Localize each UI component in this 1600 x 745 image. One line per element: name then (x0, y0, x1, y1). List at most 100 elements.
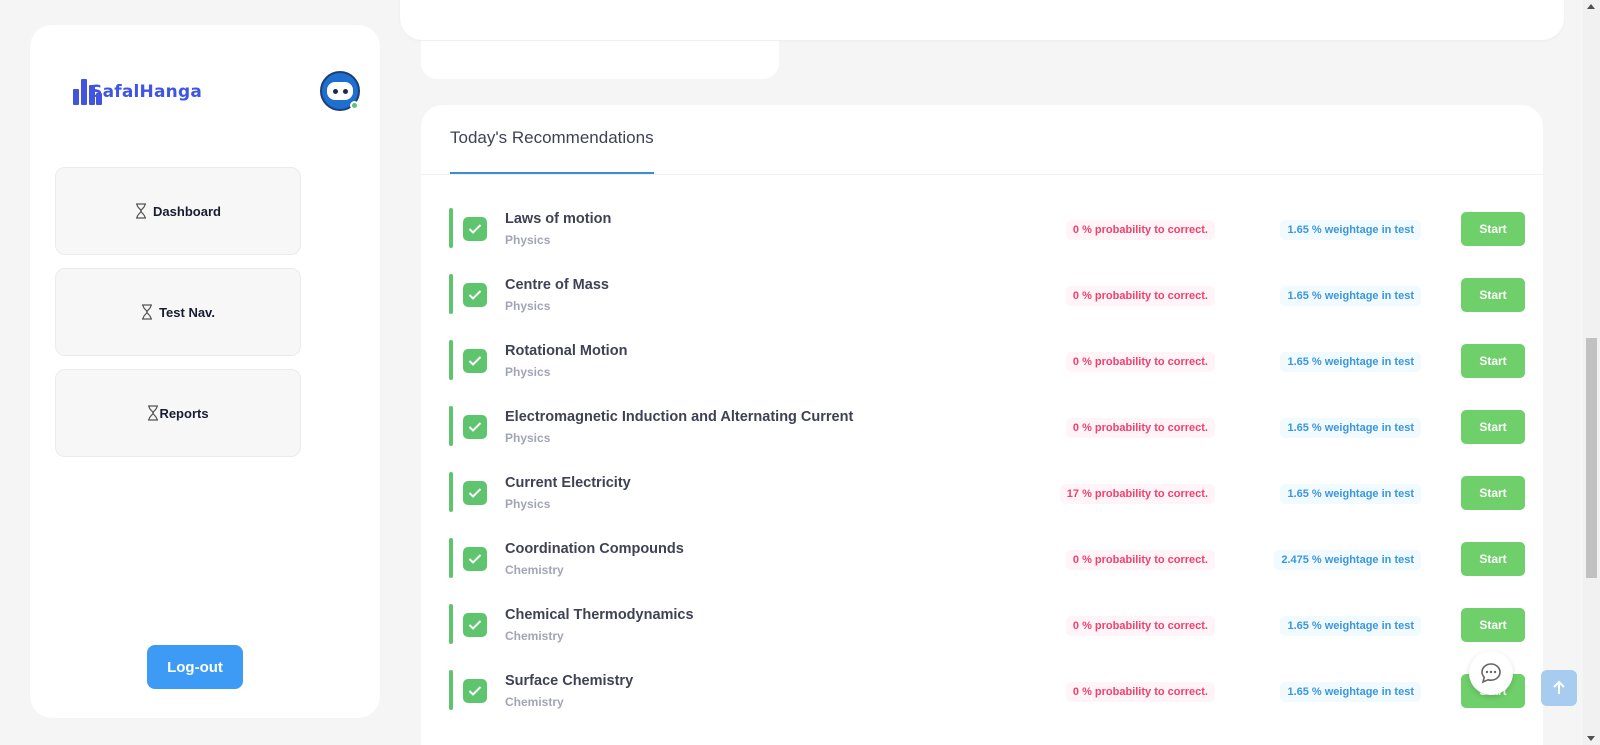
row-checkbox[interactable] (463, 415, 487, 439)
probability-badge: 0 % probability to correct. (1065, 286, 1215, 306)
recommendations-header: Today's Recommendations (421, 105, 1543, 175)
recommendation-row: Electromagnetic Induction and Alternatin… (449, 403, 1529, 447)
checkmark-icon (468, 488, 482, 498)
weightage-badge: 1.65 % weightage in test (1280, 418, 1421, 438)
start-button[interactable]: Start (1461, 344, 1525, 378)
subject-name: Chemistry (505, 629, 564, 643)
start-button[interactable]: Start (1461, 476, 1525, 510)
subject-name: Physics (505, 497, 551, 511)
chat-button[interactable] (1469, 651, 1513, 695)
topic-name: Centre of Mass (505, 277, 609, 293)
checkmark-icon (468, 224, 482, 234)
recommendation-row: Coordination Compounds Chemistry 0 % proba… (449, 535, 1529, 579)
recommendation-row: Chemical Thermodynamics Chemistry 0 % prob… (449, 601, 1529, 645)
sidebar-item-label: Reports (159, 405, 209, 421)
hourglass-icon (142, 304, 153, 320)
weightage-badge: 1.65 % weightage in test (1280, 220, 1421, 240)
probability-badge: 0 % probability to correct. (1065, 418, 1215, 438)
recommendation-row: Current Electricity Physics 17 % probabili… (449, 469, 1529, 513)
topic-name: Coordination Compounds (505, 541, 684, 557)
probability-badge: 0 % probability to correct. (1065, 682, 1215, 702)
logout-button[interactable]: Log-out (147, 645, 243, 689)
checkmark-icon (468, 356, 482, 366)
row-checkbox[interactable] (463, 481, 487, 505)
start-button[interactable]: Start (1461, 410, 1525, 444)
start-button[interactable]: Start (1461, 278, 1525, 312)
recommendation-row: Centre of Mass Physics 0 % probability to … (449, 271, 1529, 315)
sidebar: SafalHanga Dashboard Test Nav. Reports L… (30, 25, 380, 718)
row-accent-bar (449, 604, 453, 644)
hourglass-icon (136, 203, 147, 219)
scrollbar-thumb[interactable] (1586, 338, 1597, 578)
sidebar-item-reports[interactable]: Reports (55, 369, 301, 457)
topic-name: Electromagnetic Induction and Alternatin… (505, 409, 854, 425)
row-accent-bar (449, 406, 453, 446)
row-accent-bar (449, 670, 453, 710)
online-status-dot (350, 101, 359, 110)
row-accent-bar (449, 538, 453, 578)
topic-name: Surface Chemistry (505, 673, 634, 689)
probability-badge: 0 % probability to correct. (1065, 220, 1215, 240)
row-checkbox[interactable] (463, 613, 487, 637)
probability-badge: 0 % probability to correct. (1065, 616, 1215, 636)
subject-name: Chemistry (505, 563, 564, 577)
sidebar-item-test-nav[interactable]: Test Nav. (55, 268, 301, 356)
row-checkbox[interactable] (463, 547, 487, 571)
top-card (400, 0, 1564, 40)
page-scrollbar[interactable] (1583, 0, 1600, 745)
topic-name: Rotational Motion (505, 343, 628, 359)
checkmark-icon (468, 554, 482, 564)
row-accent-bar (449, 472, 453, 512)
checkmark-icon (468, 290, 482, 300)
weightage-badge: 1.65 % weightage in test (1280, 682, 1421, 702)
subject-name: Physics (505, 431, 551, 445)
row-checkbox[interactable] (463, 283, 487, 307)
brand-logo[interactable]: SafalHanga (72, 74, 202, 110)
topic-name: Laws of motion (505, 211, 612, 227)
chat-bubble-icon (1481, 663, 1501, 684)
probability-badge: 17 % probability to correct. (1059, 484, 1215, 504)
row-checkbox[interactable] (463, 217, 487, 241)
weightage-badge: 1.65 % weightage in test (1280, 352, 1421, 372)
sidebar-item-label: Test Nav. (159, 304, 215, 320)
checkmark-icon (468, 620, 482, 630)
scroll-up-arrow-icon[interactable] (1587, 4, 1595, 9)
recommendation-row: Rotational Motion Physics 0 % probability … (449, 337, 1529, 381)
weightage-badge: 1.65 % weightage in test (1280, 484, 1421, 504)
probability-badge: 0 % probability to correct. (1065, 352, 1215, 372)
sidebar-item-label: Dashboard (153, 203, 221, 219)
topic-name: Current Electricity (505, 475, 631, 491)
row-accent-bar (449, 274, 453, 314)
sidebar-item-dashboard[interactable]: Dashboard (55, 167, 301, 255)
recommendations-card: Today's Recommendations Laws of motion Ph… (421, 105, 1543, 745)
logo-mark-icon (72, 77, 102, 107)
subject-name: Physics (505, 299, 551, 313)
scroll-down-arrow-icon[interactable] (1587, 736, 1595, 741)
row-checkbox[interactable] (463, 679, 487, 703)
subject-name: Physics (505, 365, 551, 379)
robot-face-icon (327, 82, 353, 100)
tab-todays-recommendations[interactable]: Today's Recommendations (450, 128, 654, 174)
start-button[interactable]: Start (1461, 542, 1525, 576)
weightage-badge: 1.65 % weightage in test (1280, 286, 1421, 306)
recommendation-row: Surface Chemistry Chemistry 0 % probabilit… (449, 667, 1529, 711)
scroll-top-button[interactable] (1541, 670, 1577, 706)
subject-name: Physics (505, 233, 551, 247)
row-accent-bar (449, 208, 453, 248)
hourglass-icon (148, 405, 159, 421)
checkmark-icon (468, 422, 482, 432)
brand-name: SafalHanga (90, 82, 202, 102)
topic-name: Chemical Thermodynamics (505, 607, 694, 623)
start-button[interactable]: Start (1461, 608, 1525, 642)
row-checkbox[interactable] (463, 349, 487, 373)
probability-badge: 0 % probability to correct. (1065, 550, 1215, 570)
recommendation-row: Laws of motion Physics 0 % probability to … (449, 205, 1529, 249)
summary-card (421, 40, 779, 79)
start-button[interactable]: Start (1461, 212, 1525, 246)
weightage-badge: 2.475 % weightage in test (1274, 550, 1421, 570)
weightage-badge: 1.65 % weightage in test (1280, 616, 1421, 636)
row-accent-bar (449, 340, 453, 380)
checkmark-icon (468, 686, 482, 696)
arrow-up-icon (1553, 680, 1565, 694)
subject-name: Chemistry (505, 695, 564, 709)
